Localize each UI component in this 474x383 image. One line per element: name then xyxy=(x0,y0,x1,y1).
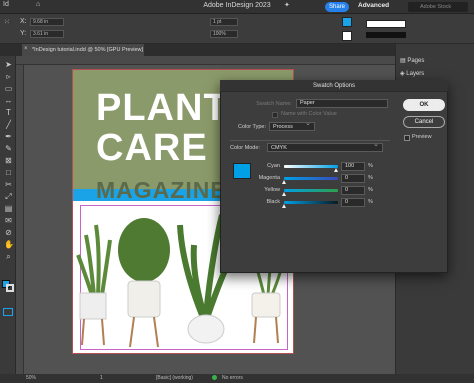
layers-panel-label: Layers xyxy=(406,71,425,77)
pages-panel-tab[interactable]: ▤ Pages xyxy=(400,57,424,64)
indesign-window: Id ⌂ Adobe InDesign 2023 ✦ Share Advance… xyxy=(0,0,474,383)
y-position-input[interactable]: 3.61 in xyxy=(30,30,64,38)
gradient-tool-icon[interactable]: ▤ xyxy=(4,204,13,213)
stroke-weight-input[interactable]: 1 pt xyxy=(210,18,238,26)
x-label: X: xyxy=(20,18,27,25)
preview-label: Preview xyxy=(412,134,432,140)
black-slider-thumb[interactable] xyxy=(282,204,286,208)
preview-checkbox[interactable] xyxy=(404,135,410,141)
lightbulb-icon[interactable]: ✦ xyxy=(284,1,290,9)
zoom-tool-icon[interactable]: ⌕ xyxy=(4,252,13,261)
scale-input[interactable]: 100% xyxy=(210,30,238,38)
rectangle-frame-tool-icon[interactable]: ⊠ xyxy=(4,156,13,165)
line-tool-icon[interactable]: ╱ xyxy=(4,120,13,129)
menubar: Id ⌂ Adobe InDesign 2023 ✦ Share Advance… xyxy=(0,0,474,14)
horizontal-ruler xyxy=(16,56,395,65)
stroke-type-select[interactable] xyxy=(366,20,406,28)
dialog-title: Swatch Options xyxy=(220,80,448,92)
status-preflight[interactable]: No errors xyxy=(222,375,243,381)
vertical-ruler xyxy=(16,65,24,374)
pencil-tool-icon[interactable]: ✎ xyxy=(4,144,13,153)
plant-center xyxy=(118,218,170,348)
layers-panel-tab[interactable]: ◈ Layers xyxy=(400,70,424,77)
fill-swatch[interactable] xyxy=(342,17,352,27)
workspace-switcher[interactable]: Advanced xyxy=(358,2,389,9)
share-button[interactable]: Share xyxy=(325,2,349,12)
yellow-input[interactable]: 0 xyxy=(341,186,365,195)
black-percent: % xyxy=(368,199,373,205)
close-tab-icon[interactable]: × xyxy=(24,46,28,52)
note-tool-icon[interactable]: ✉ xyxy=(4,216,13,225)
black-input[interactable]: 0 xyxy=(341,198,365,207)
cyan-input[interactable]: 100 xyxy=(341,162,365,171)
swatch-name-label: Swatch Name: xyxy=(256,101,292,107)
yellow-percent: % xyxy=(368,187,373,193)
eyedropper-tool-icon[interactable]: ⊘ xyxy=(4,228,13,237)
yellow-label: Yellow xyxy=(264,187,280,193)
status-style[interactable]: [Basic] (working) xyxy=(156,375,193,381)
name-with-color-value-label: Name with Color Value xyxy=(281,111,337,117)
magenta-percent: % xyxy=(368,175,373,181)
x-position-input[interactable]: 9.68 in xyxy=(30,18,64,26)
magenta-slider-thumb[interactable] xyxy=(282,180,286,184)
cyan-slider-thumb[interactable] xyxy=(334,168,338,172)
rectangle-tool-icon[interactable]: □ xyxy=(4,168,13,177)
status-zoom[interactable]: 50% xyxy=(26,375,36,381)
black-label: Black xyxy=(266,199,280,205)
cyan-slider[interactable] xyxy=(284,165,338,168)
magenta-input[interactable]: 0 xyxy=(341,174,365,183)
transform-tool-icon[interactable]: ⤢ xyxy=(4,192,13,201)
reference-point-icon[interactable]: ⁙ xyxy=(4,18,10,26)
scissors-tool-icon[interactable]: ✂ xyxy=(4,180,13,189)
status-bar: 50% 1 [Basic] (working) No errors xyxy=(0,374,474,383)
name-with-color-value-checkbox[interactable] xyxy=(272,112,278,118)
status-page[interactable]: 1 xyxy=(100,375,103,381)
dialog-divider xyxy=(230,140,390,141)
color-mode-select[interactable]: CMYK xyxy=(267,141,383,152)
stock-search-input[interactable]: Adobe Stock xyxy=(408,2,468,12)
y-label: Y: xyxy=(20,30,27,37)
cyan-label: Cyan xyxy=(267,163,280,169)
gap-tool-icon[interactable]: ↔ xyxy=(4,96,13,105)
color-type-label: Color Type: xyxy=(237,124,266,130)
magenta-slider[interactable] xyxy=(284,177,338,180)
pages-panel-label: Pages xyxy=(407,58,425,64)
direct-selection-tool-icon[interactable]: ▹ xyxy=(4,72,13,81)
color-type-select[interactable]: Process xyxy=(269,120,315,131)
control-bar: ⁙ X: 9.68 in Y: 3.61 in 1 pt 100% xyxy=(0,14,474,44)
stroke-color-swatch[interactable] xyxy=(6,284,14,292)
tools-panel: ➤ ▹ ▭ ↔ T ╱ ✒ ✎ ⊠ □ ✂ ⤢ ▤ ✉ ⊘ ✋ ⌕ xyxy=(0,56,16,374)
pen-tool-icon[interactable]: ✒ xyxy=(4,132,13,141)
plant-left xyxy=(76,224,112,346)
page-tool-icon[interactable]: ▭ xyxy=(4,84,13,93)
ok-button[interactable]: OK xyxy=(403,99,445,111)
selection-tool-icon[interactable]: ➤ xyxy=(4,60,13,69)
document-tab[interactable]: *InDesign tutorial.indd @ 50% [GPU Previ… xyxy=(22,44,144,56)
preflight-status-icon xyxy=(212,375,217,380)
cancel-button[interactable]: Cancel xyxy=(403,116,445,128)
magenta-label: Magenta xyxy=(258,175,280,181)
hand-tool-icon[interactable]: ✋ xyxy=(4,240,14,249)
app-title: Adobe InDesign 2023 xyxy=(203,2,271,9)
screen-mode-icon[interactable] xyxy=(3,308,13,316)
stroke-swatch[interactable] xyxy=(342,31,352,41)
type-tool-icon[interactable]: T xyxy=(4,108,13,117)
swatch-name-input[interactable]: Paper xyxy=(296,99,388,108)
black-slider[interactable] xyxy=(284,201,338,204)
color-mode-label: Color Mode: xyxy=(230,145,260,151)
cyan-percent: % xyxy=(368,163,373,169)
stroke-style-preview[interactable] xyxy=(366,32,406,38)
yellow-slider[interactable] xyxy=(284,189,338,192)
yellow-slider-thumb[interactable] xyxy=(282,192,286,196)
